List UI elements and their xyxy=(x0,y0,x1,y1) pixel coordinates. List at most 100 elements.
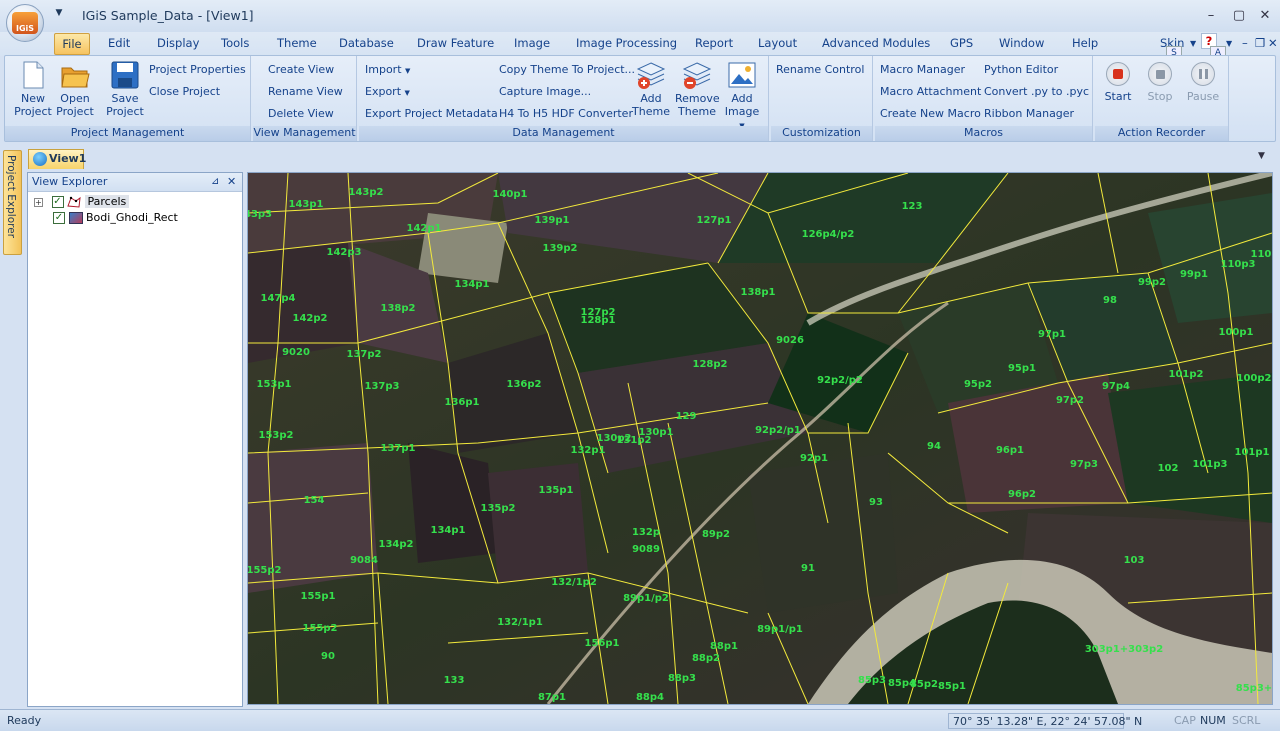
export-dropdown[interactable]: Export ▼ xyxy=(365,85,410,98)
panel-close-icon[interactable]: ✕ xyxy=(227,173,236,190)
convert-py-button[interactable]: Convert .py to .pyc xyxy=(984,85,1089,98)
project-explorer-side-tab[interactable]: Project Explorer xyxy=(3,150,22,255)
delete-view-button[interactable]: Delete View xyxy=(268,107,334,120)
tab-view1[interactable]: View1 xyxy=(28,149,86,169)
skin-dropdown-icon[interactable]: ▼ xyxy=(1186,35,1200,54)
pin-icon[interactable]: ⊿ xyxy=(211,173,219,190)
parcel-label: 89p1/p2 xyxy=(623,593,669,604)
group-view-management: Create View Rename View Delete View View… xyxy=(253,56,357,141)
rename-view-button[interactable]: Rename View xyxy=(268,85,343,98)
capture-image-button[interactable]: Capture Image... xyxy=(499,85,591,98)
menu-window[interactable]: Window xyxy=(995,35,1048,54)
status-bar: Ready 70° 35' 13.28" E, 22° 24' 57.08" N… xyxy=(0,709,1280,731)
stop-icon xyxy=(1148,62,1172,86)
group-title: View Management xyxy=(253,126,356,141)
parcel-label: 126p4/p2 xyxy=(802,229,855,240)
window-title: IGiS Sample_Data - [View1] xyxy=(82,8,254,23)
parcel-label: 94 xyxy=(927,441,941,452)
parcel-label: 9089 xyxy=(632,544,660,555)
parcel-label: 95p2 xyxy=(964,379,992,390)
open-project-button[interactable]: Open Project xyxy=(53,60,97,118)
menu-file[interactable]: File xyxy=(54,33,90,55)
parcel-label: 153p2 xyxy=(259,430,294,441)
layer-name[interactable]: Parcels xyxy=(84,195,130,208)
remove-theme-button[interactable]: Remove Theme xyxy=(675,60,720,118)
rename-control-button[interactable]: Rename Control xyxy=(776,63,864,76)
parcel-label: 101p1 xyxy=(1235,447,1270,458)
add-theme-button[interactable]: Add Theme xyxy=(631,60,671,118)
parcel-label: 132p xyxy=(632,527,660,538)
parcel-label: 89p2 xyxy=(702,529,730,540)
menu-gps[interactable]: GPS xyxy=(946,35,977,54)
project-properties-button[interactable]: Project Properties xyxy=(149,63,246,76)
layer-row-bodi-ghodi-rect[interactable]: ✓ Bodi_Ghodi_Rect xyxy=(53,210,178,226)
menu-draw-feature[interactable]: Draw Feature xyxy=(413,35,498,54)
python-editor-button[interactable]: Python Editor xyxy=(984,63,1058,76)
parcel-label: 156p1 xyxy=(585,638,620,649)
menu-theme[interactable]: Theme xyxy=(273,35,321,54)
h4-to-h5-converter-button[interactable]: H4 To H5 HDF Converter xyxy=(499,107,633,120)
close-project-button[interactable]: Close Project xyxy=(149,85,220,98)
tab-list-dropdown-icon[interactable]: ▼ xyxy=(1258,151,1265,161)
expand-icon[interactable]: + xyxy=(34,197,43,207)
pause-recording-button[interactable]: Pause xyxy=(1183,62,1223,103)
globe-icon xyxy=(33,152,47,166)
menu-display[interactable]: Display xyxy=(153,35,203,54)
parcel-label: 100p1 xyxy=(1219,327,1254,338)
application-menu-button[interactable]: IGiS xyxy=(6,4,44,42)
parcel-label: 96p1 xyxy=(996,445,1024,456)
parcel-label: 143p1 xyxy=(289,199,324,210)
menu-layout[interactable]: Layout xyxy=(754,35,801,54)
map-canvas[interactable]: 143p2 140p1 143p1 43p3 142p1 139p1 127p1 126p4/… xyxy=(247,172,1273,705)
coordinate-readout: 70° 35' 13.28" E, 22° 24' 57.08" N xyxy=(948,713,1142,729)
parcel-label: 88p3 xyxy=(668,673,696,684)
menu-tools[interactable]: Tools xyxy=(217,35,253,54)
num-lock-indicator: NUM xyxy=(1200,714,1226,727)
stop-recording-button[interactable]: Stop xyxy=(1141,62,1179,103)
satellite-map[interactable]: 143p2 140p1 143p1 43p3 142p1 139p1 127p1 126p4/… xyxy=(248,173,1272,704)
menu-report[interactable]: Report xyxy=(691,35,737,54)
parcel-label: 136p2 xyxy=(507,379,542,390)
menu-image-processing[interactable]: Image Processing xyxy=(572,35,681,54)
parcel-label: 138p1 xyxy=(741,287,776,298)
mdi-close-button[interactable]: ✕ xyxy=(1264,35,1280,54)
group-title: Project Management xyxy=(5,126,250,141)
menu-edit[interactable]: Edit xyxy=(104,35,134,54)
minimize-button[interactable]: – xyxy=(1200,6,1222,26)
parcel-label: 9020 xyxy=(282,347,310,358)
create-new-macro-button[interactable]: Create New Macro xyxy=(880,107,981,120)
menu-help[interactable]: Help xyxy=(1068,35,1102,54)
mdi-minimize-button[interactable]: – xyxy=(1238,35,1252,54)
parcel-label: 97p1 xyxy=(1038,329,1066,340)
export-project-metadata-button[interactable]: Export Project Metadata xyxy=(365,107,498,120)
scroll-lock-indicator: SCRL xyxy=(1232,714,1261,727)
layer-checkbox[interactable]: ✓ xyxy=(53,212,65,224)
ribbon-manager-button[interactable]: Ribbon Manager xyxy=(984,107,1074,120)
parcel-label: 153p1 xyxy=(257,379,292,390)
parcel-label: 98 xyxy=(1103,295,1117,306)
copy-theme-button[interactable]: Copy Theme To Project... xyxy=(499,63,635,76)
save-project-button[interactable]: Save Project xyxy=(103,60,147,118)
macro-manager-button[interactable]: Macro Manager xyxy=(880,63,965,76)
layer-row-parcels[interactable]: + ✓ Parcels xyxy=(34,194,130,210)
layer-name[interactable]: Bodi_Ghodi_Rect xyxy=(86,211,178,224)
close-button[interactable]: ✕ xyxy=(1254,6,1276,26)
maximize-button[interactable]: ▢ xyxy=(1228,6,1250,26)
menu-database[interactable]: Database xyxy=(335,35,398,54)
import-dropdown[interactable]: Import ▼ xyxy=(365,63,410,76)
quick-access-dropdown-icon[interactable]: ▼ xyxy=(52,8,66,22)
add-image-button[interactable]: AddImage ▼ xyxy=(721,60,763,133)
menu-image[interactable]: Image xyxy=(510,35,554,54)
create-view-button[interactable]: Create View xyxy=(268,63,334,76)
parcel-label: 155p2 xyxy=(248,565,282,576)
menu-advanced-modules[interactable]: Advanced Modules xyxy=(818,35,934,54)
parcel-label: 143p2 xyxy=(349,187,384,198)
parcel-label: 95p1 xyxy=(1008,363,1036,374)
new-project-button[interactable]: New Project xyxy=(11,60,55,118)
macro-attachment-button[interactable]: Macro Attachment xyxy=(880,85,981,98)
start-recording-button[interactable]: Start xyxy=(1099,62,1137,103)
parcel-label: 130p1 xyxy=(639,427,674,438)
remove-layer-icon xyxy=(682,60,712,90)
layer-checkbox[interactable]: ✓ xyxy=(51,196,64,208)
add-layer-icon xyxy=(636,60,666,90)
